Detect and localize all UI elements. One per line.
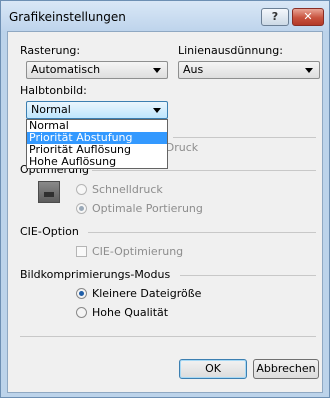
linienausduennung-select[interactable]: Aus [178, 61, 320, 79]
linienausduennung-value: Aus [183, 63, 204, 76]
halbtonbild-select[interactable]: Normal [26, 101, 168, 119]
divider [180, 275, 316, 276]
close-button[interactable]: ✕ [292, 8, 324, 26]
hohe-qualitaet-radio[interactable] [76, 307, 87, 318]
rasterung-label: Rasterung: [20, 44, 81, 57]
rasterung-value: Automatisch [31, 63, 101, 76]
divider [88, 232, 316, 233]
dialog-client-area: Rasterung: Automatisch Linienausdünnung:… [7, 31, 323, 393]
schnelldruck-radio[interactable] [76, 184, 87, 195]
close-icon: ✕ [303, 10, 313, 23]
dialog-window: Grafikeinstellungen ? ✕ Rasterung: Autom… [0, 0, 330, 398]
cancel-button[interactable]: Abbrechen [253, 359, 319, 379]
hohe-qualitaet-label: Hohe Qualität [92, 306, 169, 319]
cie-optimierung-label: CIE-Optimierung [92, 245, 184, 258]
chevron-down-icon [153, 108, 161, 113]
dialog-title: Grafikeinstellungen [9, 10, 126, 24]
title-bar[interactable]: Grafikeinstellungen ? ✕ [1, 1, 329, 31]
kleinere-dateigroesse-radio[interactable] [76, 288, 87, 299]
chevron-down-icon [305, 68, 313, 73]
optimale-portierung-label: Optimale Portierung [92, 202, 203, 215]
halbtonbild-label: Halbtonbild: [20, 84, 87, 97]
linienausduennung-label: Linienausdünnung: [178, 44, 283, 57]
bildkompression-group-label: Bildkomprimierungs-Modus [20, 268, 171, 281]
divider [173, 137, 316, 138]
chevron-down-icon [153, 68, 161, 73]
divider [20, 336, 316, 337]
dropdown-option-hohe-aufloesung[interactable]: Hohe Auflösung [27, 156, 167, 168]
help-button[interactable]: ? [261, 8, 289, 26]
halbtonbild-value: Normal [31, 103, 71, 116]
kleinere-dateigroesse-label: Kleinere Dateigröße [92, 287, 202, 300]
divider [92, 170, 316, 171]
printer-icon [38, 181, 60, 203]
ok-button[interactable]: OK [179, 359, 247, 379]
question-mark-icon: ? [271, 10, 279, 23]
cie-optimierung-checkbox[interactable] [76, 246, 87, 257]
cie-group-label: CIE-Option [20, 225, 79, 238]
optimale-portierung-radio[interactable] [76, 203, 87, 214]
schnelldruck-label: Schnelldruck [92, 183, 163, 196]
rasterung-select[interactable]: Automatisch [26, 61, 168, 79]
halbtonbild-dropdown-list: Normal Priorität Abstufung Priorität Auf… [26, 119, 168, 169]
